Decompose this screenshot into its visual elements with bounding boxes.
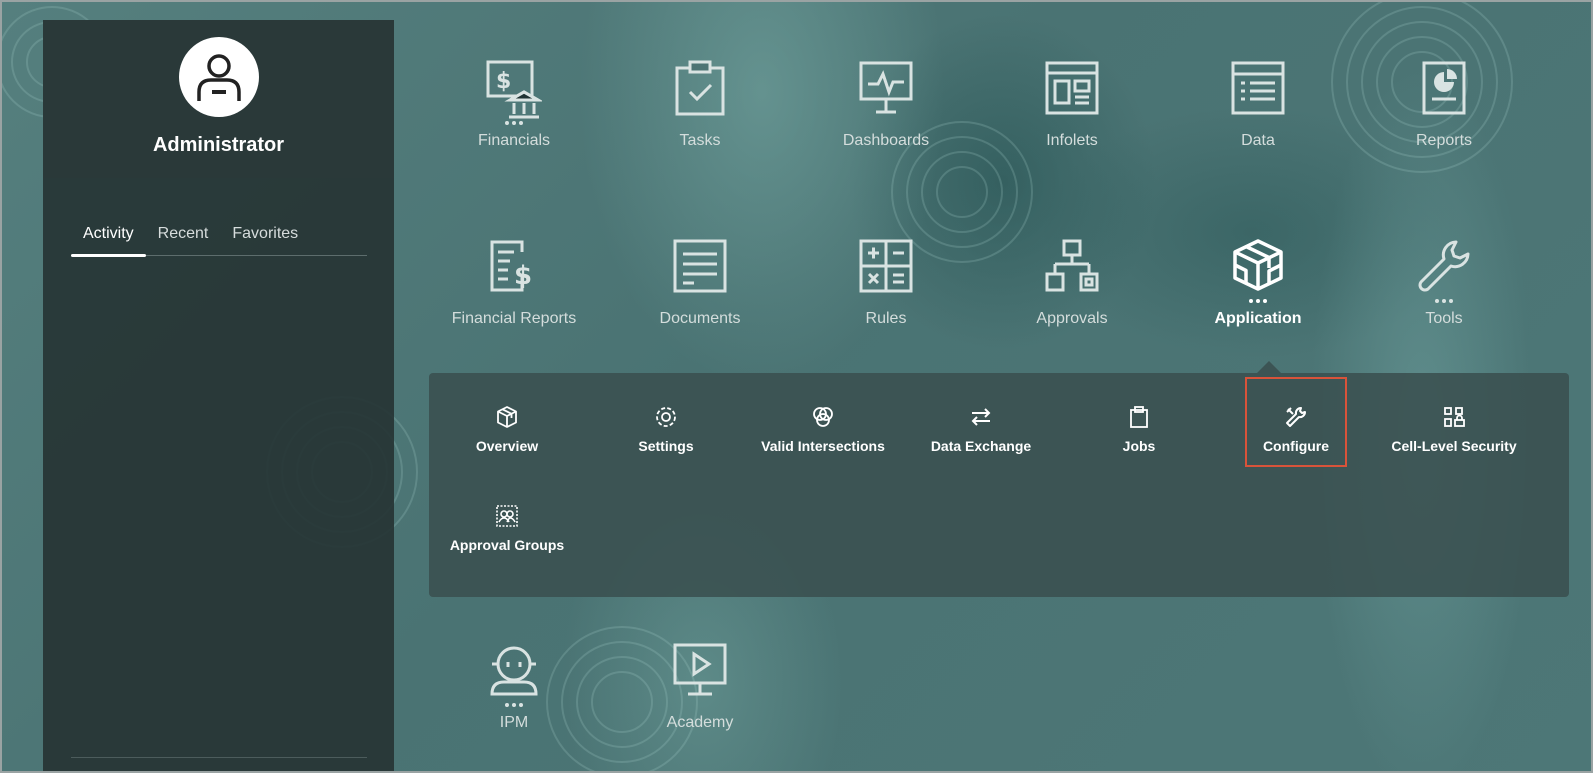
tile-academy[interactable]: Academy xyxy=(607,642,793,762)
home-page: Administrator Activity Recent Favorites … xyxy=(0,0,1593,773)
submenu-label: Approval Groups xyxy=(449,537,565,553)
submenu-label: Jobs xyxy=(1122,438,1156,454)
submenu-overview[interactable]: Overview xyxy=(437,377,577,467)
tab-favorites[interactable]: Favorites xyxy=(220,208,310,256)
tile-application[interactable]: Application xyxy=(1165,238,1351,358)
tab-activity[interactable]: Activity xyxy=(71,208,146,257)
submenu-label: Cell-Level Security xyxy=(1391,438,1517,454)
submenu-label: Data Exchange xyxy=(930,438,1032,454)
submenu-jobs[interactable]: Jobs xyxy=(1069,377,1209,467)
tile-tools[interactable]: Tools xyxy=(1351,238,1537,358)
tile-label: Reports xyxy=(1415,132,1473,149)
tile-label: Academy xyxy=(666,714,734,731)
rules-icon xyxy=(859,239,913,293)
submenu-configure[interactable]: Configure xyxy=(1245,377,1347,467)
tile-rules[interactable]: Rules xyxy=(793,238,979,358)
documents-icon xyxy=(673,239,727,293)
clipboard-icon xyxy=(1126,404,1152,430)
submenu-label: Settings xyxy=(638,438,694,454)
popover-caret xyxy=(1257,361,1281,373)
tile-label: Financials xyxy=(477,132,551,149)
tile-data[interactable]: Data xyxy=(1165,60,1351,180)
tile-label: Tasks xyxy=(679,132,721,149)
sidebar-tabs: Activity Recent Favorites xyxy=(71,208,367,257)
tile-label: IPM xyxy=(499,714,529,731)
divider xyxy=(71,757,367,758)
dashboards-icon xyxy=(859,61,913,114)
cube-icon xyxy=(494,404,520,430)
tile-label: Dashboards xyxy=(842,132,930,149)
tile-dashboards[interactable]: Dashboards xyxy=(793,60,979,180)
tile-label: Tools xyxy=(1425,310,1463,327)
user-name: Administrator xyxy=(152,134,285,156)
cell-security-icon xyxy=(1441,404,1467,430)
financials-icon: $ xyxy=(486,60,542,119)
submenu-settings[interactable]: Settings xyxy=(596,377,736,467)
tile-infolets[interactable]: Infolets xyxy=(979,60,1165,180)
tile-financial-reports[interactable]: $ Financial Reports xyxy=(421,238,607,358)
user-icon xyxy=(197,54,241,101)
tile-label: Data xyxy=(1241,132,1275,149)
tile-ipm[interactable]: IPM xyxy=(421,642,607,762)
avatar[interactable] xyxy=(179,37,259,117)
svg-text:$: $ xyxy=(514,261,532,291)
submenu-valid-intersections[interactable]: Valid Intersections xyxy=(753,377,893,467)
menu-dots xyxy=(505,118,523,128)
tile-reports[interactable]: Reports xyxy=(1351,60,1537,180)
tile-label: Rules xyxy=(865,310,907,327)
submenu-label: Configure xyxy=(1262,438,1330,454)
approval-groups-icon xyxy=(494,503,520,529)
tab-recent[interactable]: Recent xyxy=(146,208,221,256)
infolets-icon xyxy=(1045,61,1099,115)
tile-approvals[interactable]: Approvals xyxy=(979,238,1165,358)
tile-financials[interactable]: $ Financials xyxy=(421,60,607,180)
tile-label: Infolets xyxy=(1046,132,1098,149)
sidebar: Administrator Activity Recent Favorites xyxy=(43,20,394,771)
academy-icon xyxy=(673,643,727,696)
submenu-label: Overview xyxy=(475,438,539,454)
submenu-cell-level-security[interactable]: Cell-Level Security xyxy=(1384,377,1524,467)
tile-documents[interactable]: Documents xyxy=(607,238,793,358)
gear-icon xyxy=(653,404,679,430)
tile-label: Financial Reports xyxy=(451,310,577,327)
ipm-icon xyxy=(490,646,538,696)
svg-text:$: $ xyxy=(496,69,511,94)
tile-label: Approvals xyxy=(1036,310,1108,327)
intersections-icon xyxy=(810,404,836,430)
tasks-icon xyxy=(675,60,725,116)
application-icon xyxy=(1233,239,1283,291)
tools-icon xyxy=(1418,240,1470,292)
configure-tools-icon xyxy=(1283,404,1309,430)
submenu-label: Valid Intersections xyxy=(761,438,885,454)
reports-icon xyxy=(1422,61,1466,115)
application-submenu: Overview Settings Valid Intersections Data … xyxy=(429,373,1569,597)
tile-tasks[interactable]: Tasks xyxy=(607,60,793,180)
financial-reports-icon: $ xyxy=(490,240,532,292)
submenu-approval-groups[interactable]: Approval Groups xyxy=(437,476,577,566)
data-icon xyxy=(1231,61,1285,115)
tile-label: Documents xyxy=(659,310,741,327)
exchange-arrows-icon xyxy=(968,404,994,430)
tile-label: Application xyxy=(1214,310,1302,327)
submenu-data-exchange[interactable]: Data Exchange xyxy=(911,377,1051,467)
approvals-icon xyxy=(1045,239,1099,292)
